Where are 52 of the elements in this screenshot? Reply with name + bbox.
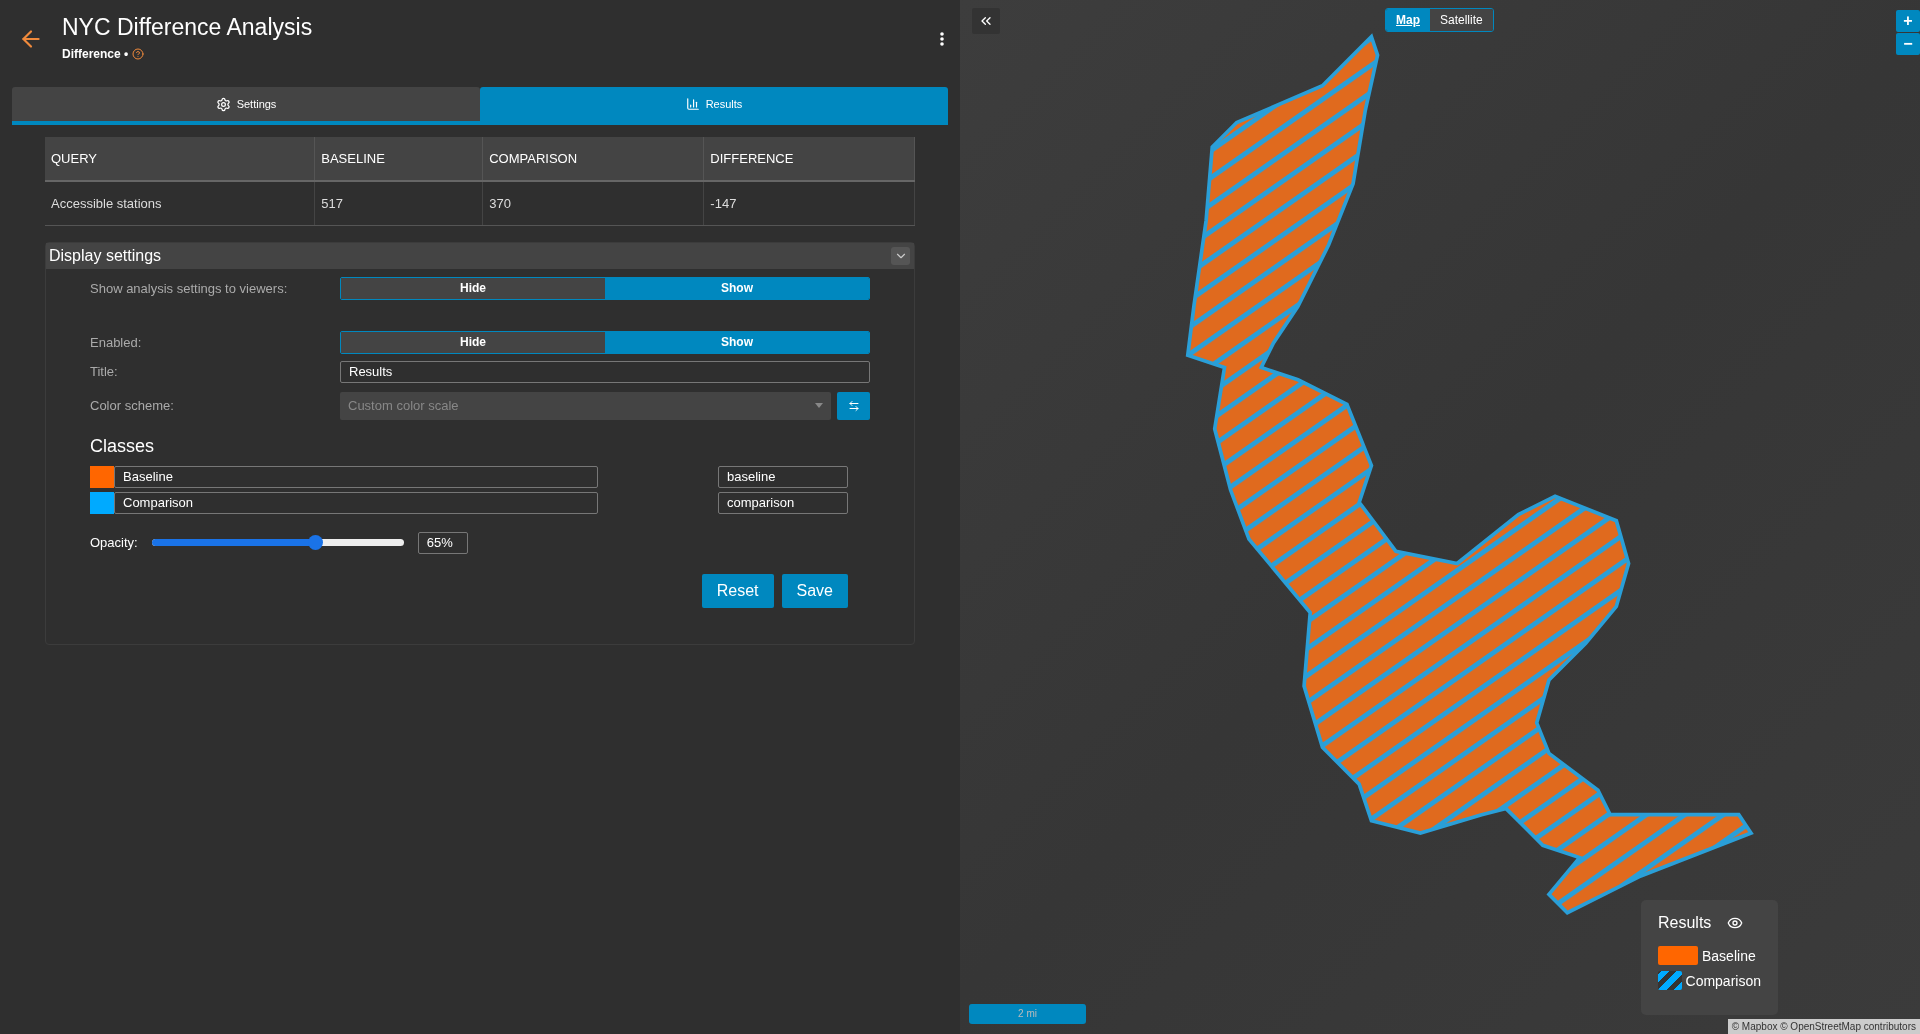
column-header: BASELINE [314,137,483,181]
toggle-option[interactable]: Show [605,331,869,353]
class-key-field[interactable]: baseline [718,465,848,488]
field-label: Opacity: [90,535,138,550]
field-label: Show analysis settings to viewers: [90,280,289,296]
action-button[interactable]: Reset [701,573,774,608]
legend-label: Comparison [1685,972,1761,989]
collapse-button[interactable] [891,246,910,265]
opacity-field[interactable]: 65% [417,531,468,554]
color-swatch[interactable] [90,491,114,514]
scale-bar: 2 mi [969,1004,1086,1024]
tab[interactable]: Results [480,87,948,121]
table-cell: 370 [482,181,704,225]
more-menu-button[interactable] [940,32,944,46]
field-label: Title: [90,364,119,379]
legend-label: Baseline [1702,947,1756,964]
toggle-option[interactable]: Show [605,277,869,299]
bar-chart-icon [685,97,700,111]
table-cell: Accessible stations [45,181,315,225]
section-heading: Classes [90,435,156,457]
more-icon [940,32,944,46]
column-header: COMPARISON [482,137,704,181]
table-cell: -147 [703,181,915,225]
column-header: DIFFERENCE [703,137,915,181]
map-attribution: © Mapbox © OpenStreetMap contributors [1727,1019,1920,1034]
legend-title: Results [1658,914,1712,932]
swap-button[interactable] [837,391,870,420]
toggle-option[interactable]: Hide [341,277,605,299]
swap-arrows-icon [847,399,860,412]
panel-title: Display settings [49,246,162,265]
field-label: Enabled: [90,334,143,350]
class-name-field[interactable]: Baseline [114,465,598,488]
color-swatch[interactable] [90,465,114,488]
table-cell: 517 [314,181,483,225]
toggle-option[interactable]: Hide [341,331,605,353]
field-label: Color scheme: [90,398,175,413]
map-mode-toggle[interactable]: Map [1386,9,1430,31]
collapse-panel-button[interactable] [972,8,1000,34]
action-button[interactable]: Save [781,573,848,608]
zoom-button[interactable]: + [1896,10,1920,32]
class-key-field[interactable]: comparison [718,491,848,514]
zoom-button[interactable]: − [1896,33,1920,55]
tab[interactable]: Settings [12,87,480,121]
gear-icon [215,96,231,112]
analysis-type: Difference • [62,47,129,61]
column-header: QUERY [45,137,315,181]
map-mode-toggle[interactable]: Satellite [1430,9,1493,31]
eye-icon[interactable] [1727,915,1744,931]
page-title: NYC Difference Analysis [62,14,314,41]
class-name-field[interactable]: Comparison [114,491,598,514]
title-field[interactable]: Results [340,360,870,383]
help-icon[interactable] [132,48,145,60]
